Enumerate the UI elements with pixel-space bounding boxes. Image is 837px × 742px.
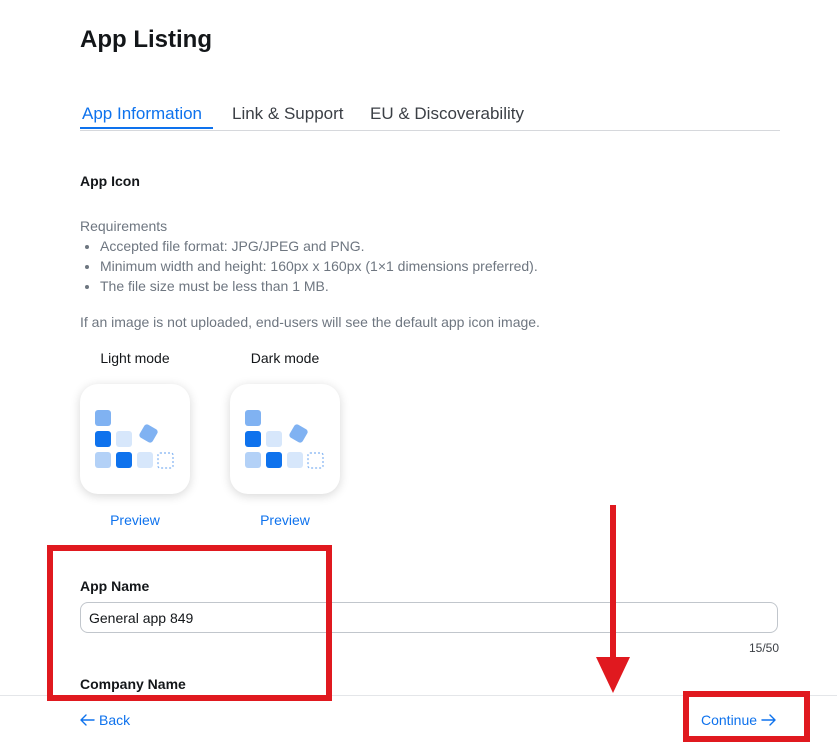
default-app-grid-icon [245,410,324,469]
arrow-left-icon [80,714,95,726]
requirements-list: Accepted file format: JPG/JPEG and PNG. … [80,236,538,296]
tab-app-information[interactable]: App Information [82,104,202,124]
requirement-item: Minimum width and height: 160px x 160px … [100,256,538,276]
annotation-highlight-box [47,545,332,701]
light-mode-icon-card[interactable] [80,384,190,494]
app-name-char-counter: 15/50 [748,641,779,655]
dark-mode-label: Dark mode [250,350,320,366]
page-title: App Listing [80,26,212,53]
tab-link-support[interactable]: Link & Support [232,104,344,124]
default-icon-note: If an image is not uploaded, end-users w… [80,314,540,330]
annotation-highlight-box [683,691,810,742]
default-app-grid-icon [95,410,174,469]
active-tab-indicator [80,127,213,129]
requirements-title: Requirements [80,218,168,234]
annotation-arrow-down-icon [596,505,630,693]
back-button-label: Back [99,712,131,728]
requirement-item: Accepted file format: JPG/JPEG and PNG. [100,236,538,256]
light-mode-label: Light mode [100,350,170,366]
dark-mode-preview-link[interactable]: Preview [230,512,340,528]
back-button[interactable]: Back [80,712,130,728]
light-mode-preview-link[interactable]: Preview [80,512,190,528]
dark-mode-icon-card[interactable] [230,384,340,494]
tab-bar: App Information Link & Support EU & Disc… [80,100,780,131]
tab-eu-discoverability[interactable]: EU & Discoverability [370,104,524,124]
app-icon-label: App Icon [80,173,140,189]
requirement-item: The file size must be less than 1 MB. [100,276,538,296]
